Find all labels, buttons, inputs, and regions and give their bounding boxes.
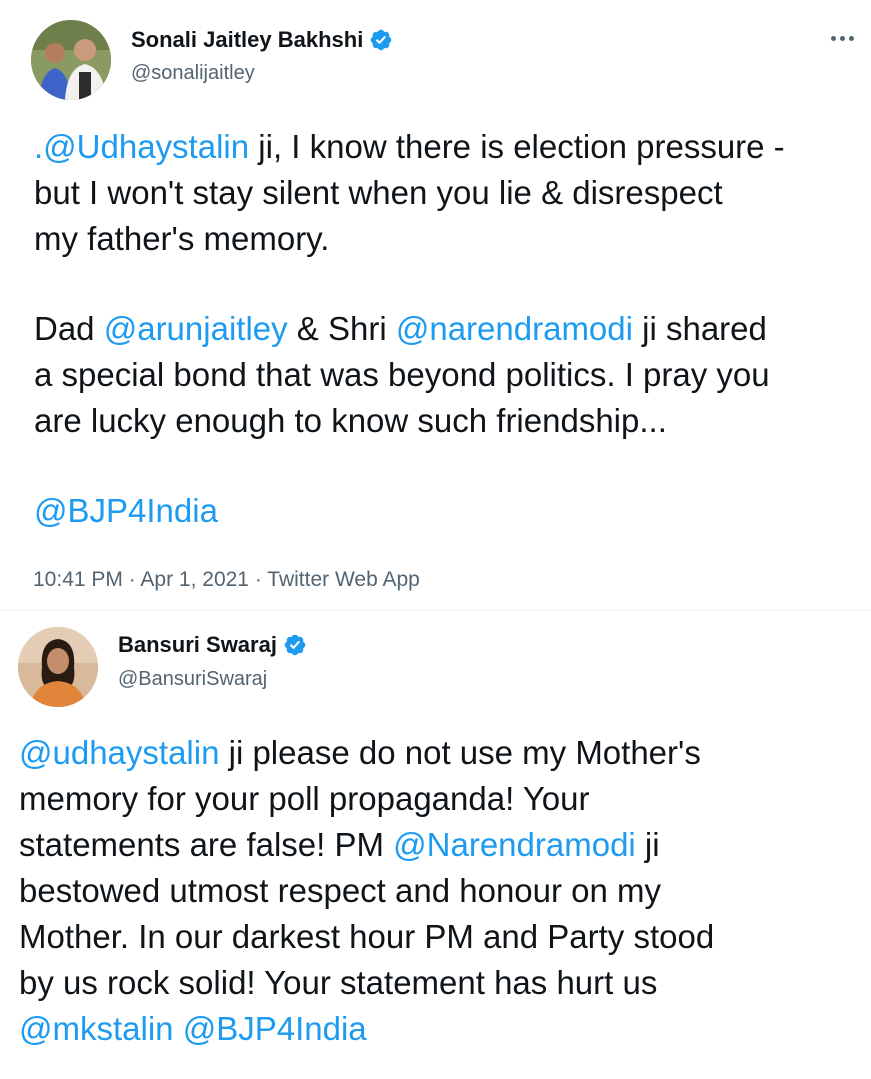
author-name-text[interactable]: Sonali Jaitley Bakhshi xyxy=(131,27,363,53)
mention-link[interactable]: @BJP4India xyxy=(34,492,218,529)
verified-badge-icon xyxy=(371,29,392,51)
verified-badge-icon xyxy=(284,634,306,656)
more-options-button[interactable] xyxy=(825,28,859,48)
author-name[interactable]: Sonali Jaitley Bakhshi xyxy=(131,27,393,53)
avatar[interactable] xyxy=(18,627,98,707)
mention-link[interactable]: .@Udhaystalin xyxy=(34,128,249,165)
mention-link[interactable]: @mkstalin xyxy=(19,1010,174,1047)
tweet-source[interactable]: Twitter Web App xyxy=(267,568,420,591)
author-handle[interactable]: @BansuriSwaraj xyxy=(118,668,267,691)
tweet-text: @udhaystalin ji please do not use my Mot… xyxy=(19,734,715,1047)
mention-link[interactable]: @BJP4India xyxy=(183,1010,367,1047)
tweet-text: .@Udhaystalin ji, I know there is electi… xyxy=(34,128,785,529)
tweet-date[interactable]: Apr 1, 2021 xyxy=(140,568,249,591)
mention-link[interactable]: @arunjaitley xyxy=(104,310,288,347)
author-name[interactable]: Bansuri Swaraj xyxy=(118,632,307,658)
tweet-bansuri: Bansuri Swaraj @BansuriSwaraj @udhaystal… xyxy=(0,612,871,1079)
mention-link[interactable]: @Narendramodi xyxy=(393,826,636,863)
tweet-sonali: Sonali Jaitley Bakhshi @sonalijaitley .@… xyxy=(0,0,871,612)
mention-link[interactable]: @udhaystalin xyxy=(19,734,219,771)
divider xyxy=(0,610,871,611)
more-horizontal-icon xyxy=(830,35,836,41)
author-name-text[interactable]: Bansuri Swaraj xyxy=(118,632,277,658)
avatar[interactable] xyxy=(31,20,111,100)
tweet-time[interactable]: 10:41 PM xyxy=(33,568,123,591)
tweet-meta: 10:41 PM · Apr 1, 2021 · Twitter Web App xyxy=(33,568,420,591)
author-handle[interactable]: @sonalijaitley xyxy=(131,62,255,85)
mention-link[interactable]: @narendramodi xyxy=(396,310,633,347)
